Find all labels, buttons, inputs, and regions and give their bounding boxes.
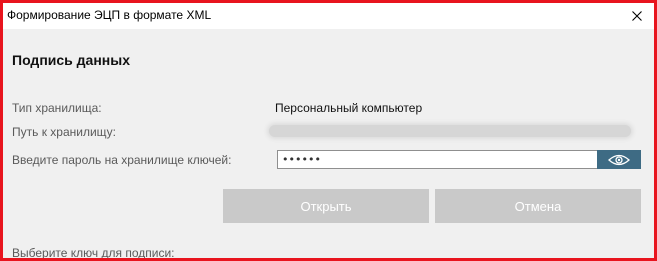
close-button[interactable] xyxy=(620,3,654,29)
close-icon xyxy=(632,11,642,21)
eye-icon xyxy=(608,154,630,165)
storage-path-label: Путь к хранилищу: xyxy=(12,125,117,139)
select-key-label: Выберите ключ для подписи: xyxy=(12,246,175,260)
cancel-button[interactable]: Отмена xyxy=(435,189,641,223)
show-password-button[interactable] xyxy=(597,150,641,169)
dialog-content: Подпись данных Тип хранилища: Персональн… xyxy=(3,29,654,258)
password-input[interactable] xyxy=(277,150,597,169)
window-title: Формирование ЭЦП в формате XML xyxy=(7,8,212,22)
storage-path-value-redacted xyxy=(269,125,631,137)
section-title: Подпись данных xyxy=(12,52,130,68)
dialog-window: Формирование ЭЦП в формате XML Подпись д… xyxy=(0,0,657,261)
title-bar: Формирование ЭЦП в формате XML xyxy=(3,3,654,29)
storage-type-label: Тип хранилища: xyxy=(12,101,102,115)
storage-type-value: Персональный компьютер xyxy=(275,101,423,115)
password-label: Введите пароль на хранилище ключей: xyxy=(12,153,232,167)
open-button[interactable]: Открыть xyxy=(223,189,429,223)
